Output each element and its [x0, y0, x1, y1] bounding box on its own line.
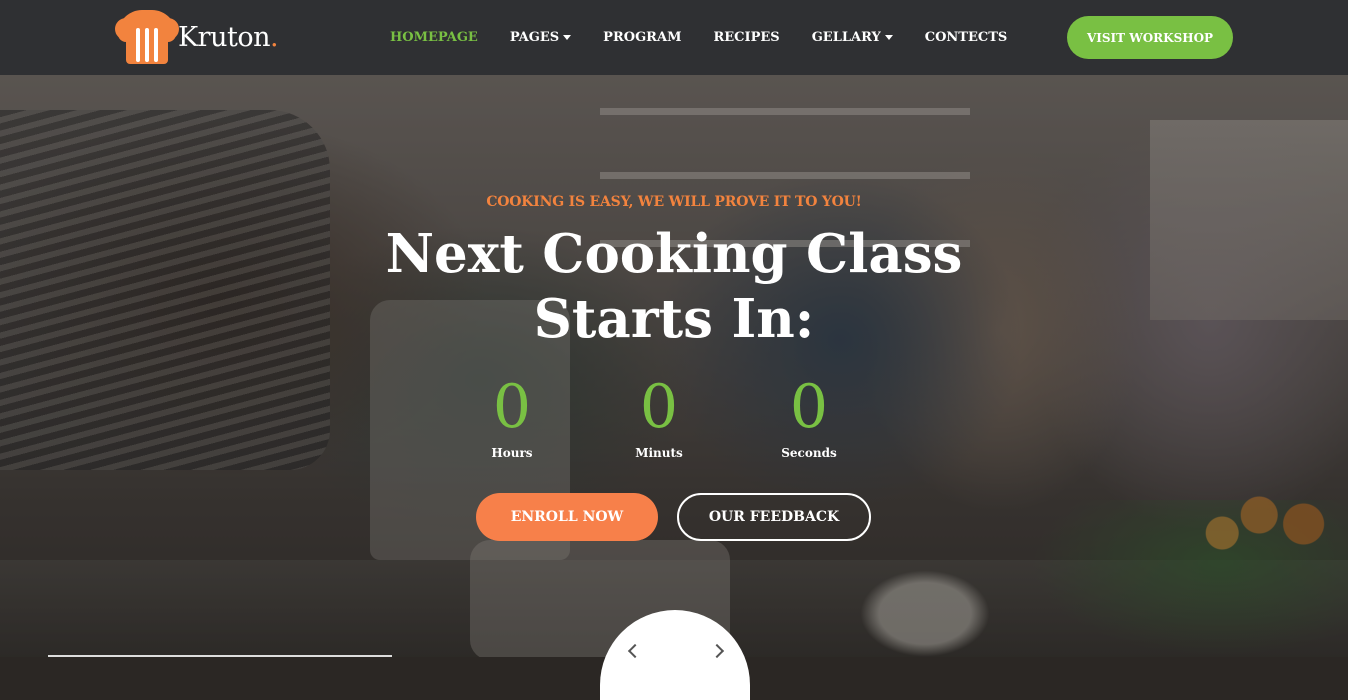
chevron-down-icon: [884, 35, 893, 40]
countdown-seconds-value: 0: [789, 372, 829, 442]
nav-label: HOMEPAGE: [390, 30, 478, 45]
hero-tagline: COOKING IS EASY, WE WILL PROVE IT TO YOU…: [486, 194, 862, 210]
countdown-seconds-label: Seconds: [781, 446, 837, 460]
chevron-left-icon[interactable]: [627, 643, 643, 659]
headline-line-2: Starts In:: [533, 288, 815, 350]
chef-hat-icon: [115, 10, 179, 64]
nav-label: CONTECTS: [924, 30, 1008, 45]
nav-label: RECIPES: [713, 30, 780, 45]
countdown-hours-label: Hours: [491, 446, 533, 460]
countdown-minutes-value: 0: [639, 372, 679, 442]
nav-item-recipes[interactable]: RECIPES: [713, 30, 779, 45]
our-feedback-button[interactable]: OUR FEEDBACK: [677, 493, 871, 541]
nav-item-homepage[interactable]: HOMEPAGE: [390, 30, 478, 45]
nav-label: PROGRAM: [603, 30, 682, 45]
countdown-minutes-label: Minuts: [635, 446, 683, 460]
nav-item-program[interactable]: PROGRAM: [603, 30, 681, 45]
countdown-hours-value: 0: [492, 372, 532, 442]
enroll-now-button[interactable]: ENROLL NOW: [476, 493, 658, 541]
visit-workshop-button[interactable]: VISIT WORKSHOP: [1067, 16, 1233, 59]
logo-text: Kruton.: [178, 21, 279, 53]
nav-item-pages[interactable]: PAGES: [509, 30, 572, 45]
site-logo[interactable]: Kruton.: [115, 10, 279, 64]
countdown-minutes: 0 Minuts: [609, 372, 709, 460]
nav-item-contacts[interactable]: CONTECTS: [925, 30, 1008, 45]
nav-item-gallery[interactable]: GELLARY: [812, 30, 893, 45]
countdown-seconds: 0 Seconds: [759, 372, 859, 460]
main-nav: HOMEPAGE PAGES PROGRAM RECIPES GELLARY C…: [390, 0, 1039, 75]
nav-label: PAGES: [509, 30, 560, 45]
chevron-down-icon: [563, 35, 572, 40]
chevron-right-icon[interactable]: [709, 643, 725, 659]
countdown-hours: 0 Hours: [462, 372, 562, 460]
hero-section: COOKING IS EASY, WE WILL PROVE IT TO YOU…: [0, 0, 1348, 700]
headline-line-1: Next Cooking Class: [385, 223, 963, 285]
hero-headline: Next Cooking Class Starts In:: [0, 222, 1348, 352]
slider-arrows: [626, 643, 726, 659]
top-navbar: Kruton. HOMEPAGE PAGES PROGRAM RECIPES G…: [0, 0, 1348, 75]
nav-label: GELLARY: [811, 30, 881, 45]
